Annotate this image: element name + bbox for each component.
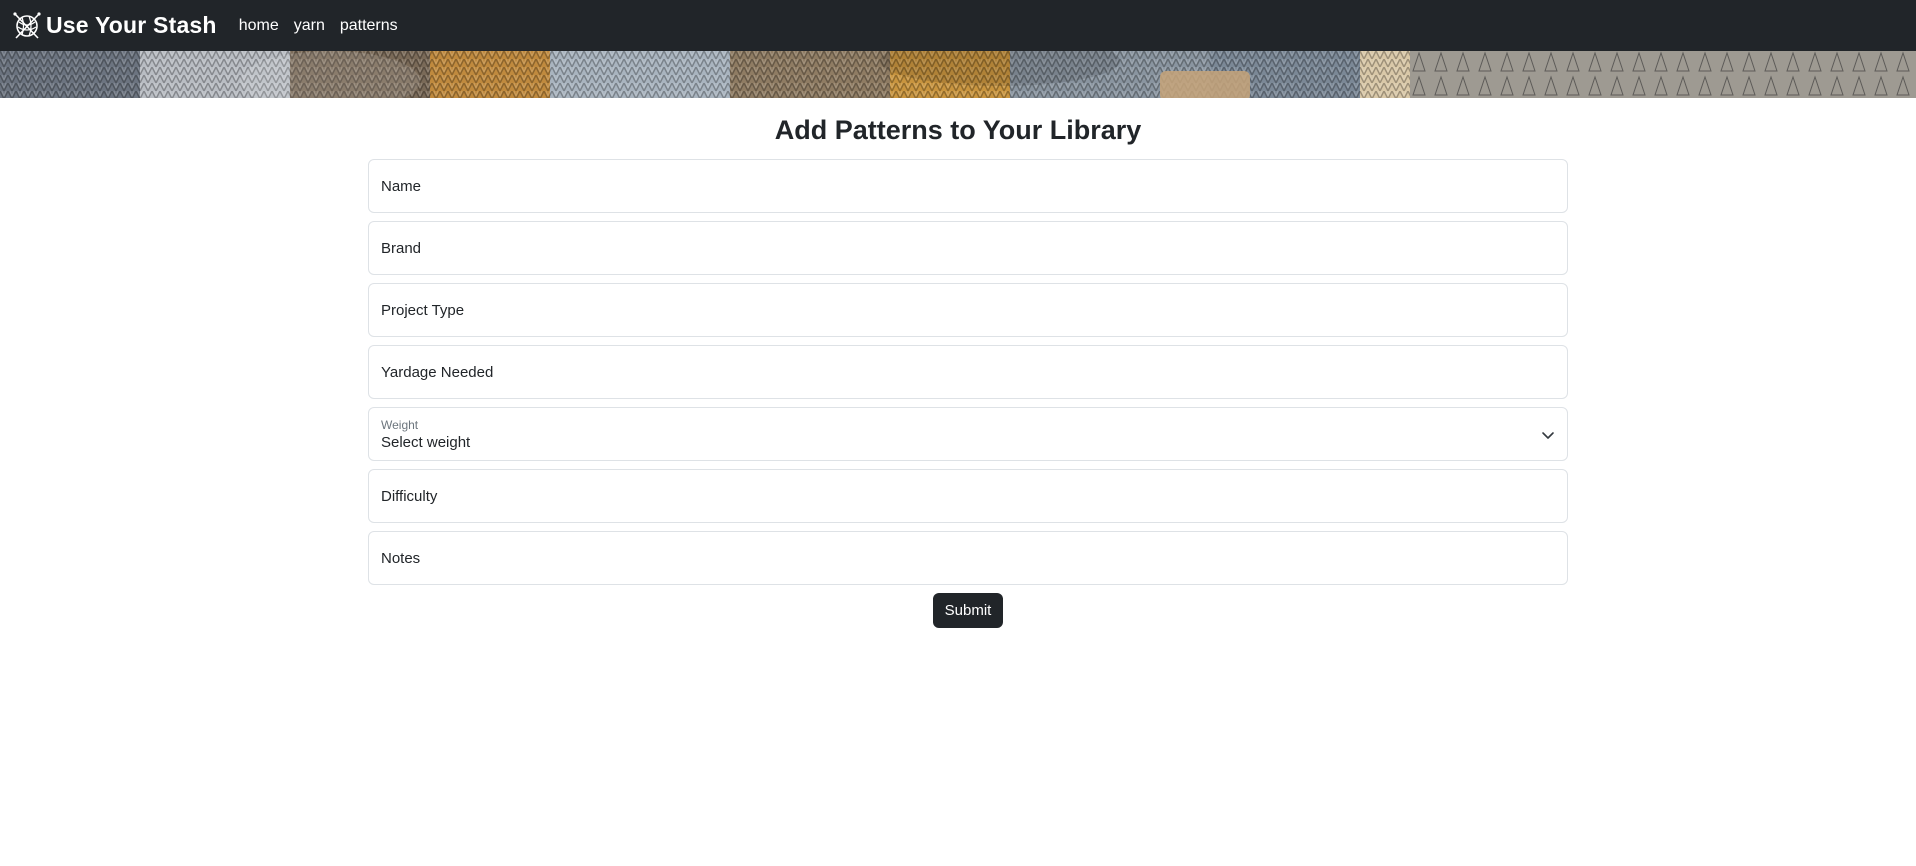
nav-links: home yarn patterns	[239, 17, 398, 35]
page-title: Add Patterns to Your Library	[774, 115, 1142, 145]
brand-title: Use Your Stash	[46, 12, 217, 38]
notes-input[interactable]	[369, 532, 1567, 584]
nav-link-patterns[interactable]: patterns	[340, 17, 398, 35]
name-field-wrapper	[368, 159, 1568, 213]
yardage-input[interactable]	[369, 346, 1567, 398]
yarn-ball-icon	[12, 11, 42, 41]
weight-label: Weight	[381, 418, 419, 432]
difficulty-field-wrapper	[368, 469, 1568, 523]
project-type-field-wrapper	[368, 283, 1568, 337]
difficulty-input[interactable]	[369, 470, 1567, 522]
nav-link-yarn[interactable]: yarn	[294, 17, 325, 35]
nav-link-home[interactable]: home	[239, 17, 279, 35]
brand-field-wrapper	[368, 221, 1568, 275]
notes-field-wrapper	[368, 531, 1568, 585]
weight-select[interactable]: Weight Select weight	[368, 407, 1568, 461]
project-type-input[interactable]	[369, 284, 1567, 336]
brand-input[interactable]	[369, 222, 1567, 274]
knitted-yarn-banner	[0, 51, 1916, 98]
submit-button[interactable]: Submit	[932, 593, 1004, 628]
submit-container: Submit	[368, 593, 1568, 628]
navbar: Use Your Stash home yarn patterns	[0, 0, 1916, 51]
name-input[interactable]	[369, 160, 1567, 212]
weight-selected-value: Select weight	[381, 434, 471, 451]
yardage-field-wrapper	[368, 345, 1568, 399]
chevron-down-icon	[1541, 428, 1555, 442]
add-pattern-form: Weight Select weight Submit	[368, 159, 1568, 628]
brand-link[interactable]: Use Your Stash	[12, 11, 217, 41]
